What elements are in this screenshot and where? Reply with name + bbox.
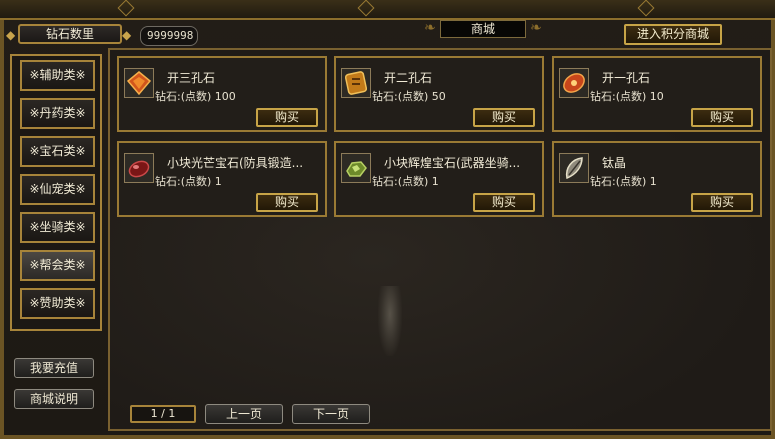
category-guild[interactable]: ※帮会类※ xyxy=(20,250,95,281)
points-mall-button[interactable]: 进入积分商城 xyxy=(624,24,722,45)
item-price: 钻石:(点数) 100 xyxy=(155,90,236,103)
ornament-icon xyxy=(357,0,375,17)
diamond-left-icon: ◆ xyxy=(6,28,16,42)
item-price: 钻石:(点数) 1 xyxy=(155,175,222,188)
item-card: 开一孔石 钻石:(点数) 10 购买 xyxy=(552,56,762,132)
buy-button[interactable]: 购买 xyxy=(691,108,753,127)
gem-count-value: 9999998 xyxy=(140,26,198,46)
item-card: 小块光芒宝石(防具锻造... 钻石:(点数) 1 购买 xyxy=(117,141,327,217)
next-page-button[interactable]: 下一页 xyxy=(292,404,370,424)
item-price: 钻石:(点数) 1 xyxy=(590,175,657,188)
ornament-icon xyxy=(117,0,135,17)
two-slot-stone-icon xyxy=(341,68,371,98)
item-name: 钛晶 xyxy=(602,156,627,170)
title-ornament-right-icon: ❧ xyxy=(530,20,542,36)
buy-button[interactable]: 购买 xyxy=(473,108,535,127)
ornament-icon xyxy=(637,0,655,17)
item-card: 开二孔石 钻石:(点数) 50 购买 xyxy=(334,56,544,132)
buy-button[interactable]: 购买 xyxy=(473,193,535,212)
category-sidebar: ※辅助类※ ※丹药类※ ※宝石类※ ※仙宠类※ ※坐骑类※ ※帮会类※ ※赞助类… xyxy=(10,54,102,331)
item-price: 钻石:(点数) 1 xyxy=(372,175,439,188)
buy-button[interactable]: 购买 xyxy=(256,193,318,212)
one-slot-stone-icon xyxy=(559,68,589,98)
item-name: 开二孔石 xyxy=(384,71,433,85)
brilliant-gem-icon xyxy=(341,153,371,183)
top-ornament-bar xyxy=(0,0,775,20)
category-assist[interactable]: ※辅助类※ xyxy=(20,60,95,91)
category-potion[interactable]: ※丹药类※ xyxy=(20,98,95,129)
item-card: 开三孔石 钻石:(点数) 100 购买 xyxy=(117,56,327,132)
item-name: 小块辉煌宝石(武器坐骑... xyxy=(384,156,521,170)
titanium-crystal-icon xyxy=(559,153,589,183)
title-ornament-left-icon: ❧ xyxy=(424,20,436,36)
buy-button[interactable]: 购买 xyxy=(691,193,753,212)
item-price: 钻石:(点数) 10 xyxy=(590,90,664,103)
shop-help-button[interactable]: 商城说明 xyxy=(14,389,94,409)
item-card: 小块辉煌宝石(武器坐骑... 钻石:(点数) 1 购买 xyxy=(334,141,544,217)
three-slot-stone-icon xyxy=(124,68,154,98)
diamond-right-icon: ◆ xyxy=(122,28,132,42)
recharge-button[interactable]: 我要充值 xyxy=(14,358,94,378)
item-name: 开一孔石 xyxy=(602,71,651,85)
item-name: 小块光芒宝石(防具锻造... xyxy=(167,156,304,170)
item-card: 钛晶 钻石:(点数) 1 购买 xyxy=(552,141,762,217)
category-sponsor[interactable]: ※赞助类※ xyxy=(20,288,95,319)
window-title: 商城 xyxy=(440,20,526,38)
item-name: 开三孔石 xyxy=(167,71,216,85)
prev-page-button[interactable]: 上一页 xyxy=(205,404,283,424)
buy-button[interactable]: 购买 xyxy=(256,108,318,127)
background-character xyxy=(378,286,402,356)
category-mount[interactable]: ※坐骑类※ xyxy=(20,212,95,243)
item-price: 钻石:(点数) 50 xyxy=(372,90,446,103)
page-indicator: 1 / 1 xyxy=(130,405,196,423)
radiant-gem-icon xyxy=(124,153,154,183)
category-gem[interactable]: ※宝石类※ xyxy=(20,136,95,167)
gem-count-label: 钻石数里 xyxy=(18,24,122,44)
category-pet[interactable]: ※仙宠类※ xyxy=(20,174,95,205)
